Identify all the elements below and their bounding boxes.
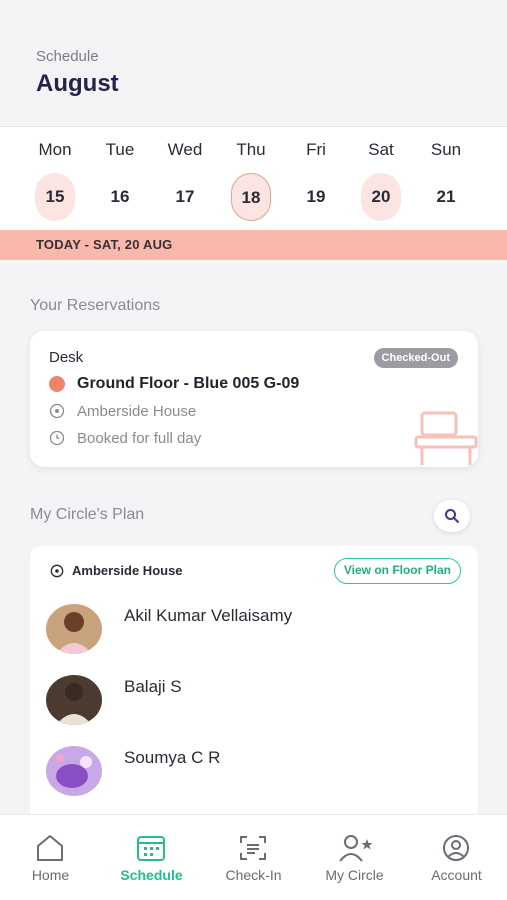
home-icon [37,835,63,861]
circle-person[interactable]: Soumya C R [46,746,466,802]
day-mon[interactable]: Mon 15 [30,137,80,221]
day-name: Fri [306,140,326,159]
day-name: Mon [38,140,72,159]
tab-account[interactable]: Account [406,815,507,900]
page-subtitle: Schedule [36,48,99,65]
circle-person[interactable]: Balaji S [46,675,466,731]
day-name: Tue [105,140,135,159]
circle-person[interactable]: Akil Kumar Vellaisamy [46,604,466,660]
day-sun[interactable]: Sun 21 [421,137,471,217]
circle-location: Amberside House [50,563,183,578]
day-name: Thu [236,140,266,159]
reservations-heading: Your Reservations [30,297,161,314]
tab-label: Home [31,867,70,883]
day-name: Sun [430,140,462,159]
bottom-tab-bar: Home Schedule Check-In My Circle Account [0,814,507,900]
day-wed[interactable]: Wed 17 [160,137,210,217]
day-tue[interactable]: Tue 16 [95,137,145,217]
day-name: Wed [167,140,203,159]
avatar [46,675,102,725]
day-name: Sat [368,140,394,159]
reservation-floor: Ground Floor - Blue 005 G-09 [77,375,300,392]
day-date[interactable]: 17 [165,173,205,221]
reservation-duration-row: Booked for full day [49,427,201,449]
page-header: Schedule August [0,0,507,126]
avatar [46,746,102,796]
calendar-icon [137,836,165,861]
circle-search-button[interactable] [434,500,470,532]
view-floor-plan-button[interactable]: View on Floor Plan [333,558,461,584]
search-icon [445,509,459,523]
reservation-card[interactable]: Desk Checked-Out Ground Floor - Blue 005… [30,331,478,467]
day-thu[interactable]: Thu 18 [226,137,276,221]
tab-my-circle[interactable]: My Circle [304,815,405,900]
reservation-location: Amberside House [77,402,197,420]
day-date[interactable]: 21 [426,173,466,221]
page-title: August [36,70,119,97]
avatar [46,604,102,654]
circle-heading: My Circle's Plan [30,506,145,523]
day-date[interactable]: 15 [35,173,75,221]
location-pin-icon [49,403,65,419]
tab-label: My Circle [325,867,384,883]
circle-location-name: Amberside House [72,563,183,578]
desk-illustration-icon [414,411,478,465]
reservation-location-row: Amberside House [49,400,196,422]
tab-label: Schedule [120,867,183,883]
reservation-floor-row: Ground Floor - Blue 005 G-09 [49,373,299,395]
clock-icon [49,430,65,446]
person-name: Akil Kumar Vellaisamy [124,606,293,625]
day-date[interactable]: 16 [100,173,140,221]
day-fri[interactable]: Fri 19 [291,137,341,217]
circle-plan-card: Amberside House View on Floor Plan Akil … [30,546,478,816]
tab-check-in[interactable]: Check-In [203,815,304,900]
day-sat[interactable]: Sat 20 [356,137,406,221]
reservation-duration: Booked for full day [77,429,202,447]
person-name: Soumya C R [124,748,221,767]
scan-icon [240,836,266,860]
person-name: Balaji S [124,677,182,696]
reservation-type: Desk [49,349,84,366]
today-banner-text: TODAY - SAT, 20 AUG [36,237,173,252]
status-dot [49,376,65,392]
week-strip: Mon 15 Tue 16 Wed 17 Thu 18 Fri 19 Sat 2… [0,126,507,230]
status-badge: Checked-Out [373,348,458,368]
day-date[interactable]: 20 [361,173,401,221]
day-date[interactable]: 19 [296,173,336,221]
tab-label: Account [431,867,482,883]
day-date-selected[interactable]: 18 [231,173,271,221]
tab-label: Check-In [225,867,282,883]
today-banner: TODAY - SAT, 20 AUG [0,230,507,260]
location-pin-icon [50,564,64,577]
tab-home[interactable]: Home [0,815,101,900]
user-star-icon [339,835,373,862]
tab-schedule[interactable]: Schedule [101,815,202,900]
account-icon [443,835,469,861]
